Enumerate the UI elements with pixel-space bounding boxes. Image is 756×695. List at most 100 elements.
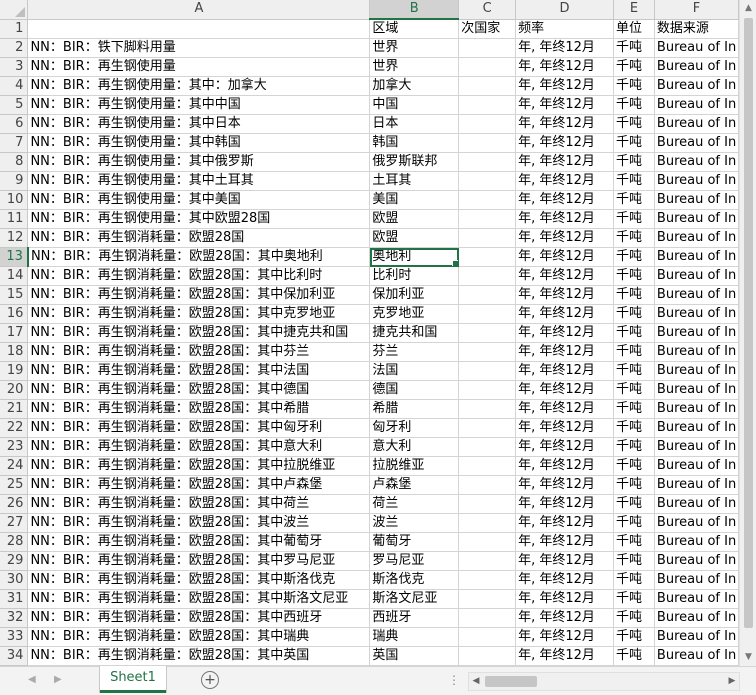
scroll-left-icon[interactable]: ◀	[469, 673, 483, 690]
row-header[interactable]: 5	[0, 95, 29, 115]
cell-c[interactable]	[458, 627, 517, 647]
cell-f[interactable]: Bureau of In	[654, 513, 739, 533]
cell-b[interactable]: 拉脱维亚	[369, 456, 460, 476]
vertical-scrollbar[interactable]: ▲ ▼	[739, 0, 756, 666]
cell-e[interactable]: 千吨	[613, 646, 655, 666]
cell-e[interactable]: 千吨	[613, 418, 655, 438]
cell-c[interactable]	[458, 532, 517, 552]
tab-split-handle[interactable]: ⋮	[448, 673, 461, 687]
cell-c[interactable]	[458, 133, 517, 153]
cell-b[interactable]: 欧盟	[369, 209, 460, 229]
cell-c[interactable]	[458, 266, 517, 286]
cell-e[interactable]: 千吨	[613, 380, 655, 400]
cell-b[interactable]: 世界	[369, 38, 460, 58]
cell-e[interactable]: 单位	[613, 19, 655, 39]
cell-c[interactable]	[458, 589, 517, 609]
cell-e[interactable]: 千吨	[613, 266, 655, 286]
cell-e[interactable]: 千吨	[613, 399, 655, 419]
cell-d[interactable]: 年, 年终12月	[515, 266, 614, 286]
cell-a[interactable]: NN：BIR：再生钢使用量：其中俄罗斯	[27, 152, 371, 172]
select-all-corner[interactable]	[0, 0, 29, 20]
cell-a[interactable]: NN：BIR：再生钢消耗量：欧盟28国：其中罗马尼亚	[27, 551, 371, 571]
cell-f[interactable]: Bureau of In	[654, 38, 739, 58]
cell-a[interactable]: NN：BIR：再生钢消耗量：欧盟28国：其中波兰	[27, 513, 371, 533]
cell-f[interactable]: Bureau of In	[654, 57, 739, 77]
cell-a[interactable]: NN：BIR：再生钢消耗量：欧盟28国：其中保加利亚	[27, 285, 371, 305]
cell-b[interactable]: 瑞典	[369, 627, 460, 647]
cell-d[interactable]: 频率	[515, 19, 614, 39]
cell-b[interactable]: 捷克共和国	[369, 323, 460, 343]
cell-f[interactable]: Bureau of In	[654, 646, 739, 666]
cell-f[interactable]: Bureau of In	[654, 437, 739, 457]
column-header-f[interactable]: F	[654, 0, 739, 20]
cell-d[interactable]: 年, 年终12月	[515, 437, 614, 457]
row-header[interactable]: 27	[0, 513, 29, 533]
add-sheet-icon[interactable]: +	[201, 671, 219, 689]
cell-a[interactable]: NN：BIR：再生钢消耗量：欧盟28国：其中拉脱维亚	[27, 456, 371, 476]
cell-f[interactable]: Bureau of In	[654, 361, 739, 381]
cell-d[interactable]: 年, 年终12月	[515, 133, 614, 153]
cell-f[interactable]: Bureau of In	[654, 627, 739, 647]
row-header[interactable]: 11	[0, 209, 29, 229]
cell-c[interactable]	[458, 456, 517, 476]
row-header[interactable]: 9	[0, 171, 29, 191]
cell-d[interactable]: 年, 年终12月	[515, 399, 614, 419]
cell-a[interactable]: NN：BIR：再生钢使用量：其中中国	[27, 95, 371, 115]
cell-d[interactable]: 年, 年终12月	[515, 342, 614, 362]
cell-b[interactable]: 欧盟	[369, 228, 460, 248]
cell-f[interactable]: Bureau of In	[654, 399, 739, 419]
cell-e[interactable]: 千吨	[613, 247, 655, 267]
cell-b[interactable]: 英国	[369, 646, 460, 666]
cell-e[interactable]: 千吨	[613, 551, 655, 571]
row-header[interactable]: 28	[0, 532, 29, 552]
cell-e[interactable]: 千吨	[613, 152, 655, 172]
column-header-a[interactable]: A	[27, 0, 371, 20]
cell-b[interactable]: 葡萄牙	[369, 532, 460, 552]
column-header-b[interactable]: B	[369, 0, 460, 20]
cell-a[interactable]: NN：BIR：再生钢消耗量：欧盟28国：其中英国	[27, 646, 371, 666]
cell-c[interactable]	[458, 152, 517, 172]
cell-f[interactable]: Bureau of In	[654, 494, 739, 514]
cell-f[interactable]: Bureau of In	[654, 608, 739, 628]
cell-b[interactable]: 波兰	[369, 513, 460, 533]
cell-d[interactable]: 年, 年终12月	[515, 57, 614, 77]
cell-a[interactable]: NN：BIR：再生钢消耗量：欧盟28国：其中西班牙	[27, 608, 371, 628]
cell-e[interactable]: 千吨	[613, 323, 655, 343]
row-header[interactable]: 13	[0, 247, 29, 267]
cell-d[interactable]: 年, 年终12月	[515, 551, 614, 571]
cell-f[interactable]: Bureau of In	[654, 76, 739, 96]
cell-c[interactable]	[458, 551, 517, 571]
cell-f[interactable]: Bureau of In	[654, 456, 739, 476]
cell-e[interactable]: 千吨	[613, 437, 655, 457]
cell-c[interactable]	[458, 494, 517, 514]
cell-c[interactable]	[458, 76, 517, 96]
cell-a[interactable]: NN：BIR：再生钢消耗量：欧盟28国：其中芬兰	[27, 342, 371, 362]
cell-f[interactable]: Bureau of In	[654, 152, 739, 172]
cell-f[interactable]: Bureau of In	[654, 418, 739, 438]
cell-c[interactable]	[458, 171, 517, 191]
cell-f[interactable]: 数据来源	[654, 19, 739, 39]
cell-f[interactable]: Bureau of In	[654, 285, 739, 305]
cell-c[interactable]	[458, 646, 517, 666]
cell-c[interactable]	[458, 114, 517, 134]
cell-c[interactable]	[458, 228, 517, 248]
cell-c[interactable]	[458, 323, 517, 343]
cell-f[interactable]: Bureau of In	[654, 266, 739, 286]
cell-d[interactable]: 年, 年终12月	[515, 76, 614, 96]
cell-a[interactable]: NN：BIR：再生钢消耗量：欧盟28国：其中荷兰	[27, 494, 371, 514]
cell-d[interactable]: 年, 年终12月	[515, 608, 614, 628]
cell-a[interactable]: NN：BIR：再生钢消耗量：欧盟28国：其中斯洛伐克	[27, 570, 371, 590]
cell-a[interactable]: NN：BIR：再生钢使用量：其中：加拿大	[27, 76, 371, 96]
row-header[interactable]: 34	[0, 646, 29, 666]
next-sheet-icon[interactable]: ▶	[54, 674, 62, 685]
cell-b[interactable]: 克罗地亚	[369, 304, 460, 324]
cell-d[interactable]: 年, 年终12月	[515, 513, 614, 533]
cell-a[interactable]: NN：BIR：再生钢消耗量：欧盟28国：其中法国	[27, 361, 371, 381]
cell-c[interactable]	[458, 570, 517, 590]
cell-e[interactable]: 千吨	[613, 190, 655, 210]
cell-e[interactable]: 千吨	[613, 532, 655, 552]
cell-e[interactable]: 千吨	[613, 342, 655, 362]
row-header[interactable]: 2	[0, 38, 29, 58]
cell-d[interactable]: 年, 年终12月	[515, 152, 614, 172]
cell-f[interactable]: Bureau of In	[654, 304, 739, 324]
